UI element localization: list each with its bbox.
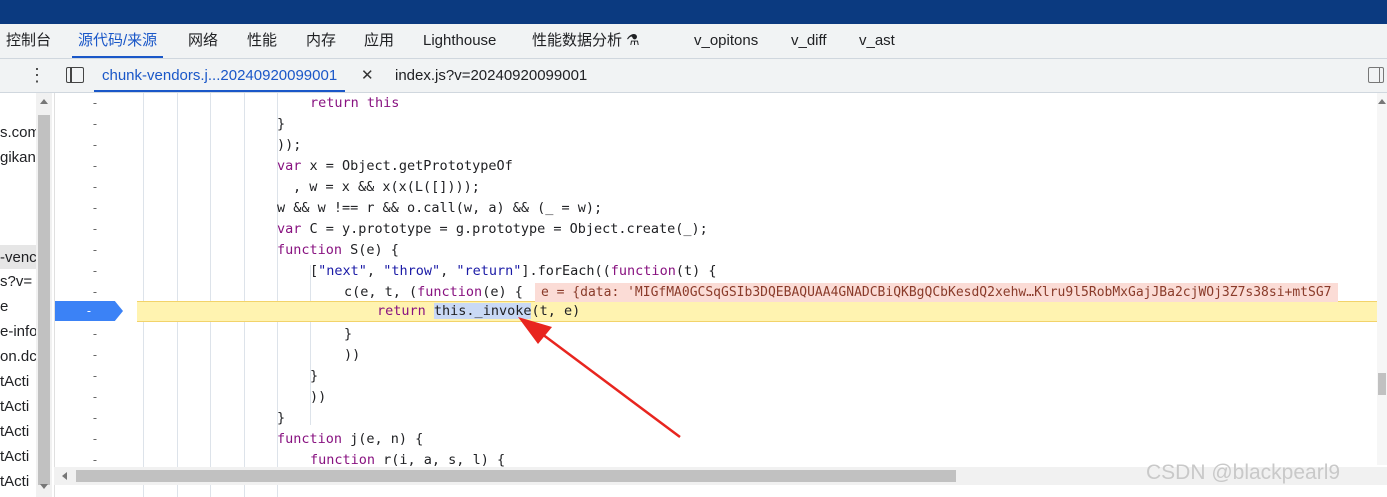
watermark: CSDN @blackpearl9 [1146, 461, 1341, 484]
annotation-arrow [518, 317, 681, 439]
annotation-arrow-line [529, 323, 681, 439]
annotation-arrow-head [518, 317, 552, 344]
